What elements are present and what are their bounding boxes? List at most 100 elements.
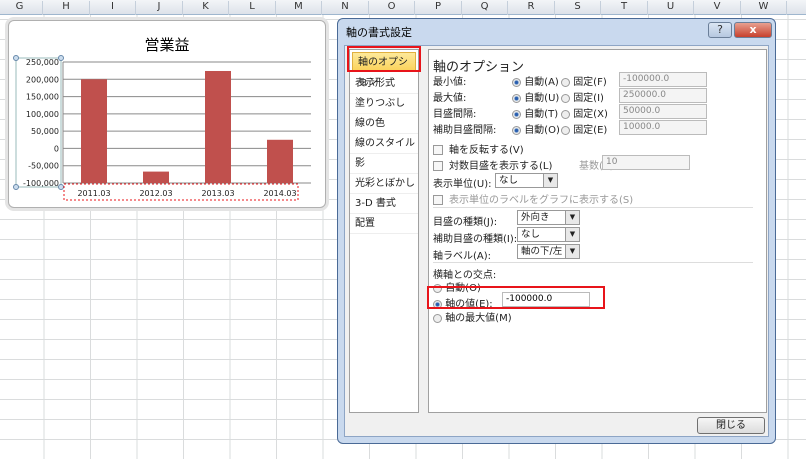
column-header[interactable]: P	[416, 1, 462, 15]
nav-item[interactable]: 表示形式	[350, 74, 418, 94]
auto-label: 自動(U)	[524, 93, 560, 104]
selection-handle	[58, 184, 64, 190]
unit-select[interactable]: なし ▼	[495, 173, 558, 188]
nav-item[interactable]: 3-D 書式	[350, 194, 418, 214]
fixed-radio[interactable]	[561, 125, 570, 135]
format-axis-dialog: 軸の書式設定 ? x 軸のオプション 表示形式 塗りつぶし 線の色 線のスタイル影光彩と…	[337, 18, 776, 444]
column-headers: GHIJKLMNOPQRSTUVW	[0, 0, 806, 15]
selection-handle	[13, 184, 19, 190]
fixed-label: 固定(F)	[573, 77, 607, 88]
x-tick-label: 2013.03	[201, 189, 234, 198]
nav-item[interactable]: 光彩とぼかし	[350, 174, 418, 194]
bar	[143, 171, 169, 183]
column-header[interactable]: V	[695, 1, 741, 15]
tick-type-select[interactable]: 外向き ▼	[517, 210, 580, 225]
unit-show-checkbox[interactable]	[433, 195, 443, 205]
column-header[interactable]: T	[602, 1, 648, 15]
fixed-value-input[interactable]: 250000.0	[619, 88, 707, 103]
column-header[interactable]: H	[44, 1, 90, 15]
close-button[interactable]: 閉じる	[697, 417, 765, 434]
cross-max-radio[interactable]	[433, 313, 442, 323]
help-button[interactable]: ?	[708, 22, 732, 38]
fixed-label: 固定(X)	[573, 109, 608, 120]
axis-label-select[interactable]: 軸の下/左 ▼	[517, 244, 580, 259]
log-label: 対数目盛を表示する(L)	[449, 161, 553, 172]
option-label: 最小値:	[433, 77, 467, 88]
minor-tick-select[interactable]: なし ▼	[517, 227, 580, 242]
column-header[interactable]: J	[137, 1, 183, 15]
fixed-value-input[interactable]: 50000.0	[619, 104, 707, 119]
auto-radio[interactable]	[512, 109, 521, 119]
chart[interactable]: 営業益 250,000 200,000 150,000 100,000 50,000 0 -5…	[8, 20, 326, 208]
fixed-radio[interactable]	[561, 93, 570, 103]
divider	[433, 207, 753, 208]
minor-tick-label: 補助目盛の種類(I):	[433, 234, 518, 245]
axis-label-label: 軸ラベル(A):	[433, 251, 492, 262]
option-label: 補助目盛間隔:	[433, 125, 497, 136]
nav-item[interactable]: 影	[350, 154, 418, 174]
highlight-box	[347, 46, 421, 72]
bar-chart: 営業益 250,000 200,000 150,000 100,000 50,000 0 -5…	[13, 36, 311, 201]
category-list: 軸のオプション 表示形式 塗りつぶし 線の色 線のスタイル影光彩とぼかし 3-D 書式 配置	[349, 49, 419, 413]
column-header[interactable]: O	[369, 1, 415, 15]
option-label: 最大値:	[433, 93, 467, 104]
selection-handle	[58, 55, 64, 61]
y-tick-label: 100,000	[26, 110, 59, 119]
chevron-down-icon: ▼	[565, 245, 579, 258]
divider	[433, 262, 753, 263]
unit-value: なし	[499, 175, 519, 186]
column-header[interactable]: N	[323, 1, 369, 15]
fixed-value-input[interactable]: -100000.0	[619, 72, 707, 87]
fixed-label: 固定(I)	[573, 93, 604, 104]
reverse-label: 軸を反転する(V)	[449, 145, 524, 156]
column-header[interactable]: R	[509, 1, 555, 15]
unit-label: 表示単位(U):	[433, 179, 492, 190]
column-header[interactable]: I	[90, 1, 136, 15]
dialog-title: 軸の書式設定	[346, 26, 412, 39]
x-tick-label: 2012.03	[139, 189, 172, 198]
base-input[interactable]: 10	[602, 155, 690, 170]
fixed-label: 固定(E)	[573, 125, 608, 136]
y-tick-label: 150,000	[26, 93, 59, 102]
chart-title: 営業益	[144, 36, 189, 54]
chevron-down-icon: ▼	[565, 228, 579, 241]
close-x-button[interactable]: x	[734, 22, 772, 38]
unit-show-label: 表示単位のラベルをグラフに表示する(S)	[449, 195, 634, 206]
column-header[interactable]: W	[741, 1, 787, 15]
option-label: 目盛間隔:	[433, 109, 477, 120]
bar	[81, 79, 107, 183]
column-header[interactable]: G	[0, 1, 43, 15]
fixed-radio[interactable]	[561, 109, 570, 119]
x-tick-label: 2011.03	[77, 189, 110, 198]
nav-item[interactable]: 配置	[350, 214, 418, 234]
cross-max-label: 軸の最大値(M)	[445, 313, 512, 324]
tick-type-label: 目盛の種類(J):	[433, 217, 498, 228]
nav-item[interactable]: 線の色	[350, 114, 418, 134]
auto-radio[interactable]	[512, 93, 521, 103]
column-header[interactable]: M	[276, 1, 322, 15]
column-header[interactable]: U	[648, 1, 694, 15]
tick-type-value: 外向き	[521, 212, 550, 223]
y-tick-label: 250,000	[26, 58, 59, 67]
column-header[interactable]: Q	[462, 1, 508, 15]
reverse-checkbox[interactable]	[433, 145, 443, 155]
fixed-value-input[interactable]: 10000.0	[619, 120, 707, 135]
x-tick-label: 2014.03	[263, 189, 296, 198]
auto-label: 自動(T)	[524, 109, 559, 120]
minor-tick-value: なし	[521, 229, 541, 240]
log-checkbox[interactable]	[433, 161, 443, 171]
nav-item[interactable]: 線のスタイル	[350, 134, 418, 154]
column-header[interactable]: S	[555, 1, 601, 15]
auto-radio[interactable]	[512, 77, 521, 87]
bar	[205, 70, 231, 183]
y-tick-label: 200,000	[26, 75, 59, 84]
column-header[interactable]: L	[230, 1, 276, 15]
column-header[interactable]: K	[183, 1, 229, 15]
nav-item[interactable]: 塗りつぶし	[350, 94, 418, 114]
y-tick-label: 50,000	[31, 127, 59, 136]
auto-label: 自動(O)	[524, 125, 560, 136]
fixed-radio[interactable]	[561, 77, 570, 87]
y-tick-label: 0	[54, 144, 59, 153]
bar	[267, 139, 293, 183]
auto-radio[interactable]	[512, 125, 521, 135]
